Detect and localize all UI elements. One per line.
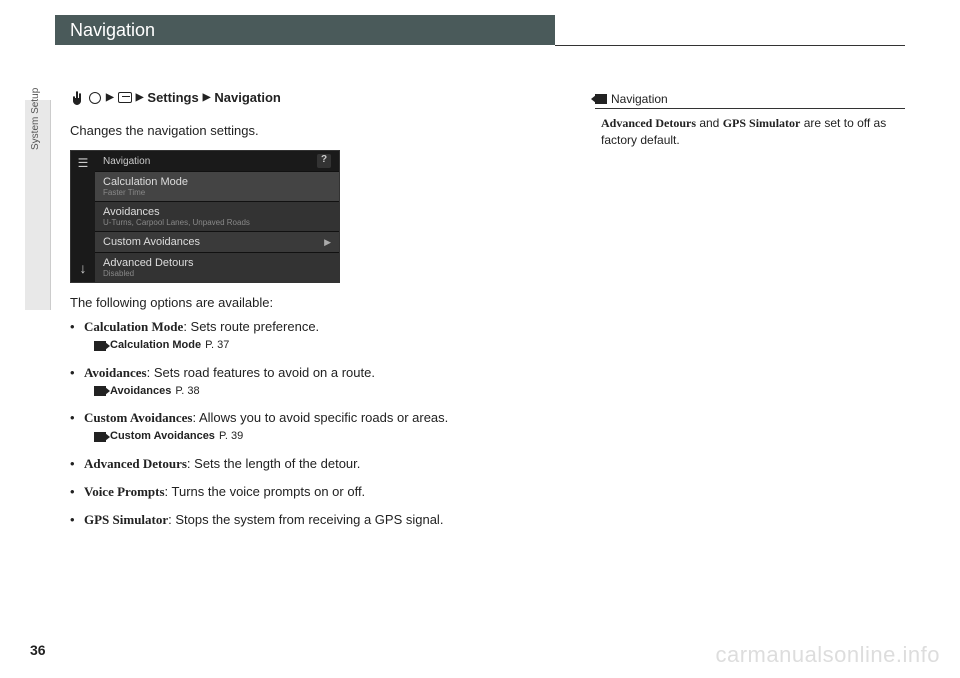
chevron-right-icon: ▶ xyxy=(106,92,114,103)
chevron-right-icon: ▶ xyxy=(324,237,331,248)
intro-text: Changes the navigation settings. xyxy=(70,123,570,138)
row-title: Avoidances xyxy=(103,206,331,218)
row-title: Advanced Detours xyxy=(103,257,331,269)
ref-label: Calculation Mode xyxy=(110,338,201,353)
row-title: Calculation Mode xyxy=(103,176,331,188)
option-desc: : Sets road features to avoid on a route… xyxy=(147,365,375,380)
screenshot-title: Navigation xyxy=(103,156,150,167)
ui-screenshot: ☰ ↓ Navigation ? Calculation Mode Faster… xyxy=(70,150,340,283)
note-bold-2: GPS Simulator xyxy=(723,116,801,130)
cross-ref: Custom Avoidances P. 39 xyxy=(84,429,570,444)
side-note-header: Navigation xyxy=(595,92,905,109)
screenshot-row: Custom Avoidances ▶ xyxy=(95,231,339,252)
option-name: Avoidances xyxy=(84,365,147,380)
page-header: Navigation xyxy=(55,15,555,45)
chevron-right-icon: ▶ xyxy=(203,92,211,103)
option-item: Avoidances: Sets road features to avoid … xyxy=(70,364,570,400)
screenshot-sidebar: ☰ ↓ xyxy=(71,151,95,282)
ref-arrow-icon xyxy=(94,341,106,351)
screenshot-row: Advanced Detours Disabled xyxy=(95,252,339,282)
breadcrumb: ▶ ▶ Settings ▶ Navigation xyxy=(70,90,570,105)
cross-ref: Avoidances P. 38 xyxy=(84,384,570,399)
page-number: 36 xyxy=(30,642,46,658)
row-sub: Disabled xyxy=(103,269,331,278)
option-desc: : Allows you to avoid specific roads or … xyxy=(192,410,448,425)
row-sub: Faster Time xyxy=(103,188,331,197)
arrow-down-icon: ↓ xyxy=(80,260,87,276)
option-item: Advanced Detours: Sets the length of the… xyxy=(70,455,570,473)
options-intro: The following options are available: xyxy=(70,295,570,310)
side-note-title: Navigation xyxy=(611,92,668,106)
ref-label: Custom Avoidances xyxy=(110,429,215,444)
help-icon: ? xyxy=(317,154,331,168)
cross-ref: Calculation Mode P. 37 xyxy=(84,338,570,353)
options-list: Calculation Mode: Sets route preference.… xyxy=(70,318,570,529)
chevron-right-icon: ▶ xyxy=(136,92,144,103)
option-name: Voice Prompts xyxy=(84,484,165,499)
ref-arrow-icon xyxy=(94,386,106,396)
header-rule xyxy=(555,45,905,46)
ref-label: Avoidances xyxy=(110,384,171,399)
note-mid: and xyxy=(696,116,723,130)
page-title: Navigation xyxy=(70,20,155,41)
option-item: Voice Prompts: Turns the voice prompts o… xyxy=(70,483,570,501)
ref-page: P. 38 xyxy=(175,384,199,399)
option-name: GPS Simulator xyxy=(84,512,168,527)
option-name: Calculation Mode xyxy=(84,319,183,334)
option-name: Advanced Detours xyxy=(84,456,187,471)
menu-icon: ☰ xyxy=(78,157,89,169)
hand-icon xyxy=(70,91,84,105)
ref-arrow-icon xyxy=(94,432,106,442)
sidebar-section-label: System Setup xyxy=(30,88,41,150)
option-desc: : Stops the system from receiving a GPS … xyxy=(168,512,443,527)
screenshot-title-bar: Navigation ? xyxy=(95,151,339,171)
option-item: GPS Simulator: Stops the system from rec… xyxy=(70,511,570,529)
ref-page: P. 39 xyxy=(219,429,243,444)
note-arrow-icon xyxy=(595,94,607,104)
home-circle-icon xyxy=(88,91,102,105)
row-sub: U-Turns, Carpool Lanes, Unpaved Roads xyxy=(103,218,331,227)
screenshot-row: Avoidances U-Turns, Carpool Lanes, Unpav… xyxy=(95,201,339,231)
option-desc: : Sets the length of the detour. xyxy=(187,456,360,471)
watermark: carmanualsonline.info xyxy=(715,642,940,668)
option-desc: : Sets route preference. xyxy=(183,319,319,334)
screenshot-body: Navigation ? Calculation Mode Faster Tim… xyxy=(95,151,339,282)
option-item: Calculation Mode: Sets route preference.… xyxy=(70,318,570,354)
side-note-body: Advanced Detours and GPS Simulator are s… xyxy=(595,115,905,149)
side-note: Navigation Advanced Detours and GPS Simu… xyxy=(595,92,905,149)
back-key-icon xyxy=(118,91,132,105)
screenshot-row: Calculation Mode Faster Time xyxy=(95,171,339,201)
row-title: Custom Avoidances xyxy=(103,236,200,248)
option-desc: : Turns the voice prompts on or off. xyxy=(165,484,366,499)
breadcrumb-settings: Settings xyxy=(147,90,198,105)
note-bold-1: Advanced Detours xyxy=(601,116,696,130)
option-name: Custom Avoidances xyxy=(84,410,192,425)
breadcrumb-navigation: Navigation xyxy=(214,90,280,105)
option-item: Custom Avoidances: Allows you to avoid s… xyxy=(70,409,570,445)
ref-page: P. 37 xyxy=(205,338,229,353)
main-content: ▶ ▶ Settings ▶ Navigation Changes the na… xyxy=(70,90,570,539)
